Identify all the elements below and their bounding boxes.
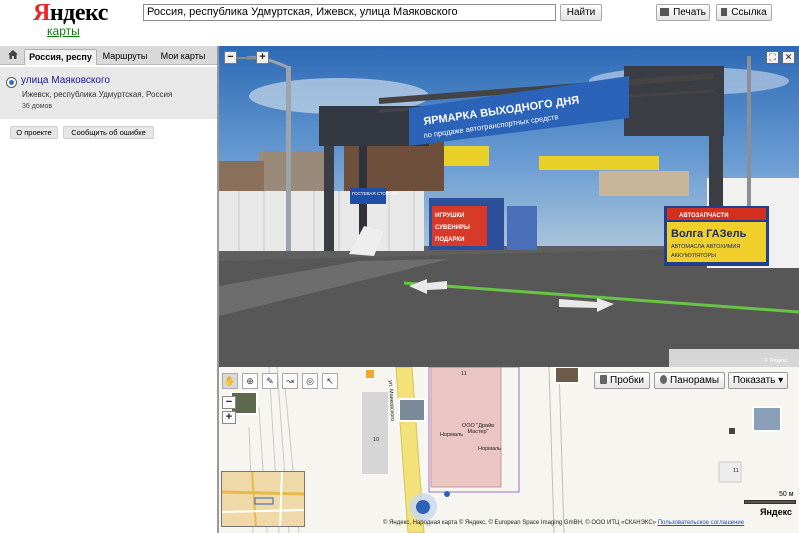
right-sign-parts: АВТОЗАПЧАСТИ <box>679 213 729 219</box>
panorama-thumb-3[interactable] <box>752 406 782 432</box>
about-project-button[interactable]: О проекте <box>10 126 58 139</box>
search-button[interactable]: Найти <box>560 4 602 21</box>
traffic-light-icon <box>600 375 607 384</box>
panorama-icon <box>659 375 667 384</box>
company-label: ООО "Драйв Мастер" <box>461 423 495 435</box>
building-number-11b: 11 <box>733 468 739 474</box>
sidebar-tabbar: Россия, респу Маршруты Мои карты <box>0 46 218 65</box>
result-houses-count: 36 домов <box>22 103 53 110</box>
right-sign-oils: АВТОМАСЛА АВТОХИМИЯ <box>671 244 740 250</box>
org-label-normal-2: Нормаль <box>478 446 502 452</box>
fullscreen-icon[interactable]: ⛶ <box>766 51 779 64</box>
terms-link[interactable]: Пользовательское соглашение <box>658 520 744 526</box>
maps-service-link[interactable]: карты <box>47 24 80 38</box>
result-title[interactable]: улица Маяковского <box>21 75 110 86</box>
yandex-logo[interactable]: Яндекс <box>33 0 108 27</box>
panorama-thumb-2[interactable] <box>554 367 580 384</box>
tab-routes[interactable]: Маршруты <box>100 49 150 65</box>
org-label-normal-1: Нормаль <box>440 432 464 438</box>
tab-search-result[interactable]: Россия, респу <box>24 49 97 65</box>
panorama-scene[interactable]: ЯРМАРКА ВЫХОДНОГО ДНЯ по продаже автотра… <box>219 46 799 367</box>
panorama-thumb-1[interactable] <box>398 398 426 422</box>
map-copyright: © Яндекс, Народная карта © Яндекс, © Eur… <box>383 520 745 526</box>
scale-bar <box>744 500 796 504</box>
building-number-10: 10 <box>373 437 380 443</box>
close-icon[interactable]: ✕ <box>782 51 795 64</box>
sidebar: Россия, респу Маршруты Мои карты улица М… <box>0 46 218 533</box>
map-yandex-logo: Яндекс <box>760 507 793 517</box>
building-number-11: 11 <box>461 371 467 377</box>
home-icon <box>8 50 18 59</box>
printer-icon <box>660 8 670 16</box>
zoom-out-button[interactable]: − <box>224 51 237 64</box>
result-radio[interactable] <box>6 77 17 88</box>
zoom-area-icon[interactable]: ⊕ <box>242 373 258 389</box>
booth-sign-souvenirs: СУВЕНИРЫ <box>435 225 470 231</box>
poi-marker[interactable] <box>366 370 374 378</box>
panoramas-layer-button[interactable]: Панорамы <box>654 372 725 389</box>
right-sign-volga: Волга ГАЗель <box>671 228 747 240</box>
map-zoom-out-button[interactable]: − <box>222 396 236 409</box>
header: Яндекс карты Россия, республика Удмуртск… <box>0 0 799 46</box>
map-zoom-in-button[interactable]: + <box>222 411 236 424</box>
cursor-tool-icon[interactable]: ↖ <box>322 373 338 389</box>
report-error-button[interactable]: Сообщить об ошибке <box>63 126 154 139</box>
map-toolbar: ✋ ⊕ ✎ ↝ ◎ ↖ <box>222 373 342 389</box>
home-tab[interactable] <box>5 49 21 65</box>
map-view[interactable] <box>219 367 799 533</box>
panorama-zoom-control: − + <box>224 51 270 65</box>
guest-parking-sign: ГОСТЕВАЯ СТОЯНКА <box>352 191 398 196</box>
magnifier-icon[interactable]: ◎ <box>302 373 318 389</box>
booth-sign-gifts: ПОДАРКИ <box>435 237 464 243</box>
booth-sign-toys: ИГРУШКИ <box>435 213 464 219</box>
search-result-item[interactable]: улица Маяковского Ижевск, республика Удм… <box>0 67 218 119</box>
zoom-slider[interactable] <box>237 57 257 59</box>
traffic-layer-button[interactable]: Пробки <box>594 372 650 389</box>
search-input[interactable]: Россия, республика Удмуртская, Ижевск, у… <box>143 4 556 21</box>
link-icon <box>721 8 728 16</box>
minimap-canvas[interactable] <box>222 472 305 527</box>
scale-label: 50 м <box>779 491 794 498</box>
ruler-icon[interactable]: ✎ <box>262 373 278 389</box>
panorama-view[interactable]: ЯРМАРКА ВЫХОДНОГО ДНЯ по продаже автотра… <box>219 46 799 367</box>
map-canvas[interactable] <box>219 367 799 533</box>
overview-minimap[interactable] <box>221 471 305 527</box>
hand-tool-icon[interactable]: ✋ <box>222 373 238 389</box>
route-tool-icon[interactable]: ↝ <box>282 373 298 389</box>
panorama-copyright: © Яндекс <box>764 358 789 364</box>
link-button[interactable]: Ссылка <box>716 4 772 21</box>
zoom-in-button[interactable]: + <box>256 51 269 64</box>
right-sign-batteries: АККУМУЛЯТОРЫ <box>671 253 716 259</box>
result-address: Ижевск, республика Удмуртская, Россия <box>22 90 173 99</box>
print-button[interactable]: Печать <box>656 4 710 21</box>
tab-my-maps[interactable]: Мои карты <box>158 49 208 65</box>
show-layers-dropdown[interactable]: Показать ▾ <box>728 372 788 389</box>
